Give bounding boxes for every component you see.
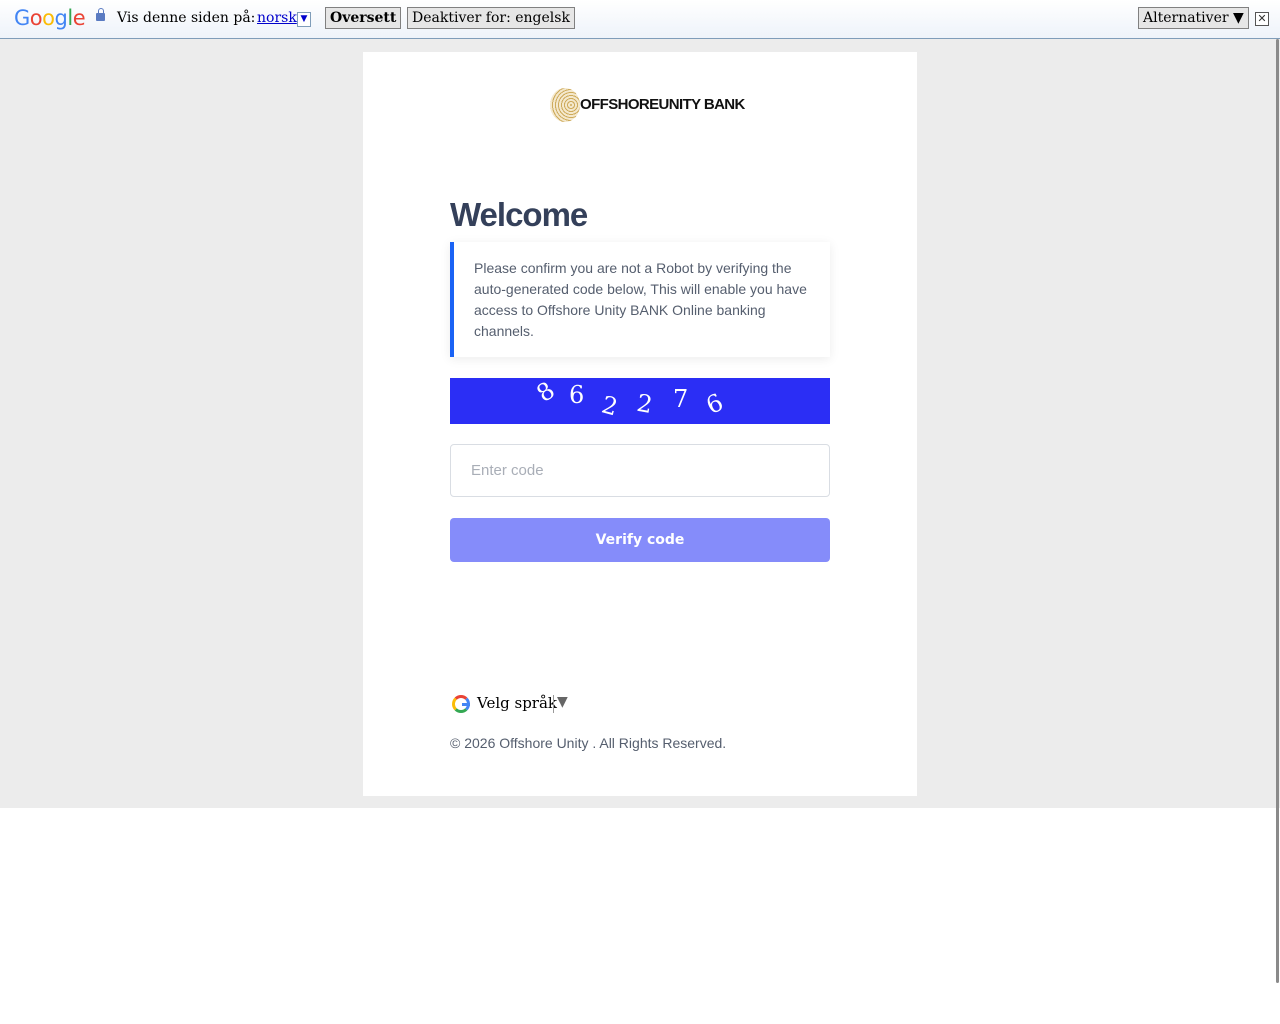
captcha-image: 8 6 2 2 7 6 [450,376,830,424]
disable-translation-button[interactable]: Deaktiver for: engelsk [407,7,575,29]
captcha-char: 2 [634,388,655,420]
options-button[interactable]: Alternativer ▼ [1138,7,1249,29]
translate-prompt-label: Vis denne siden på: [117,10,256,26]
language-dropdown-icon[interactable]: ▼ [297,12,311,27]
copyright-text: © 2026 Offshore Unity . All Rights Reser… [450,735,727,751]
google-logo: Google [14,6,86,30]
close-icon[interactable]: ✕ [1255,12,1269,26]
captcha-char: 6 [701,388,728,420]
bank-logo-text: OFFSHOREUNITY BANK [580,96,745,113]
logo-letter: e [72,6,86,30]
page-title: Welcome [450,196,588,233]
page-language-link[interactable]: norsk [257,10,297,26]
captcha-char: 8 [531,376,560,408]
fingerprint-icon [550,88,580,122]
divider [553,695,554,713]
scrollbar[interactable] [1276,39,1279,983]
logo-letter: o [29,6,43,30]
translate-button[interactable]: Oversett [325,7,402,29]
code-input[interactable] [450,444,830,497]
logo-letter: g [54,6,68,30]
verify-code-button[interactable]: Verify code [450,518,830,562]
chevron-down-icon: ▼ [557,694,568,710]
captcha-char: 2 [598,390,621,422]
logo-letter: o [42,6,55,30]
robot-notice: Please confirm you are not a Robot by ve… [450,242,830,357]
verification-card: OFFSHOREUNITY BANK Welcome Please confir… [363,52,917,796]
captcha-char: 6 [569,381,585,409]
translate-bar: Google Vis denne siden på: norsk ▼ Overs… [0,0,1280,39]
logo-letter: G [14,6,30,30]
captcha-char: 7 [673,385,689,413]
google-g-icon [452,695,470,713]
lock-icon [96,8,105,21]
language-select-label: Velg språk [477,694,558,712]
